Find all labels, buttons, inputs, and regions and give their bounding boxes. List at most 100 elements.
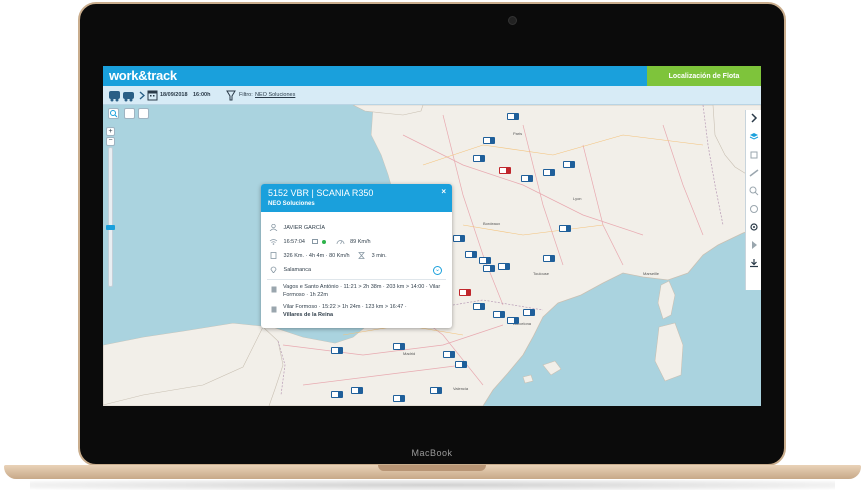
popup-header: 5152 VBR | SCANIA R350 NEO Soluciones × bbox=[261, 184, 452, 212]
vehicle-speed: 89 Km/h bbox=[350, 238, 371, 245]
driver-row: JAVIER GARCÍA bbox=[269, 224, 325, 231]
truck-icon bbox=[479, 257, 491, 264]
truck-icon bbox=[543, 255, 555, 262]
truck-icon bbox=[507, 317, 519, 324]
laptop-notch bbox=[378, 465, 486, 471]
vehicle-title: 5152 VBR | SCANIA R350 bbox=[268, 188, 374, 198]
status-row: 16:57:04 89 Km/h bbox=[269, 238, 371, 245]
svg-text:Madrid: Madrid bbox=[403, 351, 415, 356]
truck-icon bbox=[459, 289, 471, 296]
zoom-area-icon[interactable] bbox=[749, 186, 759, 196]
toolbar-date[interactable]: 18/09/2018 bbox=[160, 92, 188, 98]
locate-icon[interactable] bbox=[749, 222, 759, 232]
trip-summary: 326 Km. · 4h 4m · 80 Km/h bbox=[283, 252, 350, 259]
svg-text:Bordeaux: Bordeaux bbox=[483, 221, 500, 226]
route-segment-2: Vilar Formoso · 15:22 > 1h 24m · 123 km … bbox=[283, 304, 445, 319]
status-dot bbox=[322, 239, 327, 244]
refresh-icon[interactable] bbox=[749, 204, 759, 214]
vehicle-company: NEO Soluciones bbox=[268, 201, 315, 207]
current-location: Salamanca bbox=[283, 266, 312, 273]
last-update-time: 16:57:04 bbox=[283, 238, 305, 245]
laptop-shadow bbox=[30, 480, 835, 490]
truck-icon bbox=[331, 391, 343, 398]
zoom-out-button[interactable]: − bbox=[106, 137, 115, 146]
play-icon[interactable] bbox=[749, 240, 759, 250]
truck-icon bbox=[483, 265, 495, 272]
route-icon[interactable] bbox=[749, 150, 759, 160]
truck-icon bbox=[473, 303, 485, 310]
pin-icon bbox=[270, 266, 277, 273]
camera-icon bbox=[508, 16, 517, 25]
truck-icon bbox=[559, 225, 571, 232]
truck-icon bbox=[351, 387, 363, 394]
engine-icon bbox=[312, 239, 319, 244]
toolbar-time[interactable]: 16:00h bbox=[193, 92, 210, 98]
fleet-location-button[interactable]: Localización de Flota bbox=[647, 66, 761, 86]
truck-icon bbox=[498, 263, 510, 270]
route-segment-1: Vagos e Santo António · 11:21 > 2h 38m ·… bbox=[283, 284, 441, 298]
truck-icon bbox=[543, 169, 555, 176]
filter-label: Filtro: bbox=[239, 92, 253, 98]
app-screen: work&track Localización de Flota 18/09/2… bbox=[103, 66, 761, 406]
route-segment-2-line-1: Vilar Formoso · 15:22 > 1h 24m · 123 km … bbox=[283, 304, 407, 310]
truck-icon bbox=[521, 175, 533, 182]
speedometer-icon bbox=[336, 240, 344, 245]
zoom-in-button[interactable]: + bbox=[106, 127, 115, 136]
svg-text:Valencia: Valencia bbox=[453, 386, 469, 391]
top-bar: work&track Localización de Flota bbox=[103, 66, 761, 86]
ruler-icon[interactable] bbox=[749, 168, 759, 178]
truck-icon bbox=[493, 311, 505, 318]
truck-icon bbox=[331, 347, 343, 354]
truck-icon bbox=[453, 235, 465, 242]
truck-icon bbox=[507, 113, 519, 120]
layers-button[interactable] bbox=[124, 108, 135, 119]
location-row: Salamanca bbox=[269, 266, 311, 273]
truck-icon bbox=[430, 387, 442, 394]
filter-value[interactable]: NEO Soluciones bbox=[255, 92, 295, 98]
vehicle-popup: 5152 VBR | SCANIA R350 NEO Soluciones × … bbox=[261, 184, 452, 328]
truck-icon bbox=[523, 309, 535, 316]
app-logo: work&track bbox=[109, 68, 177, 83]
svg-text:Paris: Paris bbox=[513, 131, 522, 136]
trip-row: 326 Km. · 4h 4m · 80 Km/h 3 min. bbox=[269, 252, 387, 259]
vehicles-icon[interactable] bbox=[108, 89, 138, 102]
trip-segment-icon bbox=[271, 286, 277, 293]
truck-icon bbox=[563, 161, 575, 168]
route-segment-2-line-2: Villares de la Reina bbox=[283, 311, 334, 318]
right-toolbar bbox=[745, 110, 761, 290]
stop-time: 3 min. bbox=[371, 252, 387, 259]
truck-icon bbox=[455, 361, 467, 368]
svg-text:Toulouse: Toulouse bbox=[533, 271, 550, 276]
driver-name: JAVIER GARCÍA bbox=[283, 224, 325, 231]
laptop-brand: MacBook bbox=[411, 448, 453, 458]
download-icon[interactable] bbox=[749, 258, 759, 268]
close-icon[interactable]: × bbox=[441, 187, 446, 196]
print-button[interactable] bbox=[138, 108, 149, 119]
truck-icon bbox=[473, 155, 485, 162]
calendar-icon[interactable] bbox=[147, 89, 158, 102]
search-icon bbox=[110, 110, 118, 118]
truck-icon bbox=[393, 343, 405, 350]
hourglass-icon bbox=[358, 252, 365, 259]
truck-icon bbox=[499, 167, 511, 174]
zoom-slider[interactable] bbox=[108, 147, 113, 287]
wifi-icon bbox=[269, 239, 278, 245]
filter-icon[interactable] bbox=[226, 89, 236, 102]
zoom-slider-handle[interactable] bbox=[106, 225, 115, 230]
user-icon bbox=[269, 224, 278, 231]
expand-details-button[interactable]: ⌄ bbox=[433, 266, 442, 275]
svg-text:Marseille: Marseille bbox=[643, 271, 660, 276]
popup-divider bbox=[267, 279, 446, 280]
truck-icon bbox=[465, 251, 477, 258]
svg-text:Lyon: Lyon bbox=[573, 196, 582, 201]
truck-icon bbox=[443, 351, 455, 358]
trip-segment-icon bbox=[271, 306, 277, 313]
truck-icon bbox=[393, 395, 405, 402]
chevron-right-icon[interactable] bbox=[749, 113, 759, 123]
search-map-button[interactable] bbox=[108, 108, 119, 119]
chevron-right-icon[interactable] bbox=[139, 89, 145, 102]
document-icon bbox=[270, 252, 277, 259]
truck-icon bbox=[483, 137, 495, 144]
map-layers-icon[interactable] bbox=[749, 132, 759, 142]
toolbar: 18/09/2018 16:00h Filtro: NEO Soluciones bbox=[103, 86, 761, 105]
